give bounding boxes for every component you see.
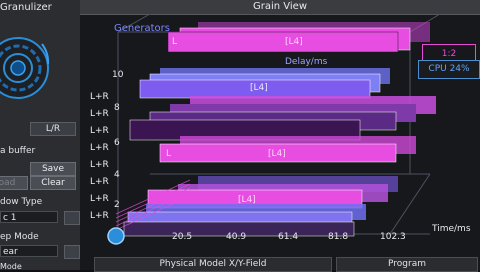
grain-label-5: [L4]: [268, 149, 286, 159]
x-tick: 40.9: [226, 232, 247, 242]
clear-button[interactable]: Clear: [30, 176, 76, 190]
x-tick: 102.3: [380, 232, 406, 242]
side-label-lr: L+R: [90, 109, 109, 119]
load-button[interactable]: oad: [0, 176, 28, 190]
window-type-label: dow Type: [0, 197, 43, 207]
grain-label-1: L: [172, 37, 177, 47]
window-type-select[interactable]: c 1: [0, 211, 58, 223]
grain-stack-3: [129, 96, 436, 141]
y-tick-6: 6: [114, 138, 120, 148]
y-tick-4: 4: [114, 170, 120, 180]
grain-stack-5: [147, 176, 398, 209]
panel-title: Granulizer: [0, 2, 52, 13]
grain-label-2: [L4]: [285, 37, 303, 47]
side-label-lr: L+R: [90, 160, 109, 170]
side-label-lr: L+R: [90, 211, 109, 221]
side-label-lr: L+R: [90, 92, 109, 102]
playhead-marker[interactable]: [107, 227, 125, 245]
granulizer-dial[interactable]: [0, 18, 54, 110]
side-label-lr: L+R: [90, 177, 109, 187]
cpu-meter: CPU 24%: [418, 60, 480, 79]
side-label-lr: L+R: [90, 194, 109, 204]
delay-axis-label: Delay/ms: [285, 57, 328, 67]
x-tick: 20.5: [172, 232, 193, 242]
generators-axis-label: Generators: [114, 23, 170, 34]
lr-button[interactable]: L/R: [30, 122, 76, 136]
window-type-dropdown-icon[interactable]: [64, 211, 80, 225]
sweep-mode-label: ep Mode: [0, 232, 39, 242]
grain-view-panel: Grain View L [L4] [L4] L [L4] [L4] Gener…: [80, 0, 480, 272]
sweep-mode-select[interactable]: ear: [0, 245, 58, 257]
side-label-lr: L+R: [90, 126, 109, 136]
grain-view-titlebar: Grain View: [80, 0, 480, 15]
granulizer-panel: Granulizer L/R a buffer Save oad Clear d…: [0, 0, 81, 271]
x-tick: 61.4: [278, 232, 299, 242]
y-tick-2: 2: [114, 200, 120, 210]
y-tick-10: 10: [112, 70, 124, 80]
grain-stack-4: [159, 136, 416, 163]
grain-view-title: Grain View: [252, 1, 307, 12]
grain-label-4: L: [166, 149, 171, 159]
y-tick-8: 8: [114, 103, 120, 113]
x-tick: 81.8: [328, 232, 349, 242]
buffer-label: a buffer: [0, 146, 36, 156]
time-axis-label: Time/ms: [432, 224, 471, 234]
grain-label-6: [L4]: [238, 195, 256, 205]
side-label-lr: L+R: [90, 143, 109, 153]
sweep-mode-dropdown-icon[interactable]: [64, 245, 80, 259]
save-button[interactable]: Save: [30, 162, 76, 176]
grain-label-3: [L4]: [250, 83, 268, 93]
